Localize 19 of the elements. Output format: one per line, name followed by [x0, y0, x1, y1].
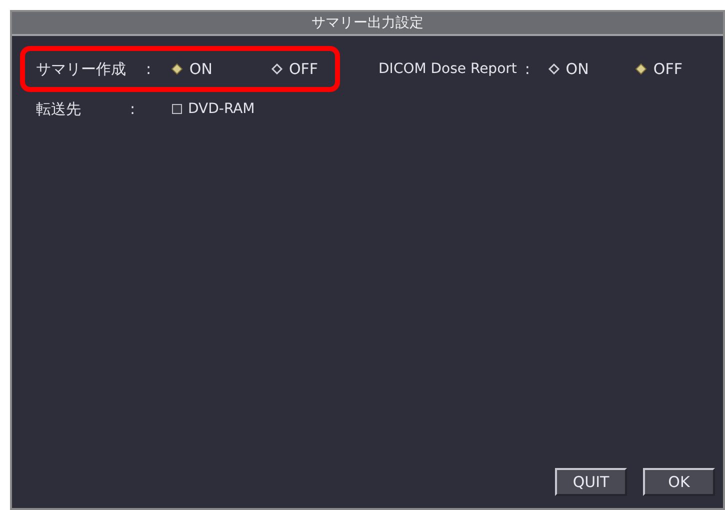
- checkbox-label: DVD-RAM: [188, 100, 255, 118]
- dialog-button[interactable]: QUIT: [555, 468, 627, 496]
- checkbox[interactable]: [172, 104, 182, 114]
- radio-icon[interactable]: [270, 63, 283, 75]
- selected-radio-icon[interactable]: [171, 63, 184, 75]
- colon: :: [146, 58, 152, 80]
- option-label: OFF: [288, 58, 318, 80]
- destination-label: 転送先: [36, 98, 82, 120]
- summary-label: サマリー作成: [36, 58, 127, 80]
- window-title: サマリー出力設定: [312, 14, 424, 32]
- colon: :: [130, 98, 136, 120]
- option-label: ON: [566, 58, 589, 80]
- option-label: ON: [189, 58, 212, 80]
- dicom-label: DICOM Dose Report: [378, 60, 517, 78]
- radio-icon[interactable]: [548, 63, 560, 75]
- selected-radio-icon[interactable]: [635, 63, 648, 75]
- option-label: OFF: [653, 58, 682, 80]
- dialog-button[interactable]: OK: [643, 468, 715, 496]
- colon: :: [524, 58, 530, 80]
